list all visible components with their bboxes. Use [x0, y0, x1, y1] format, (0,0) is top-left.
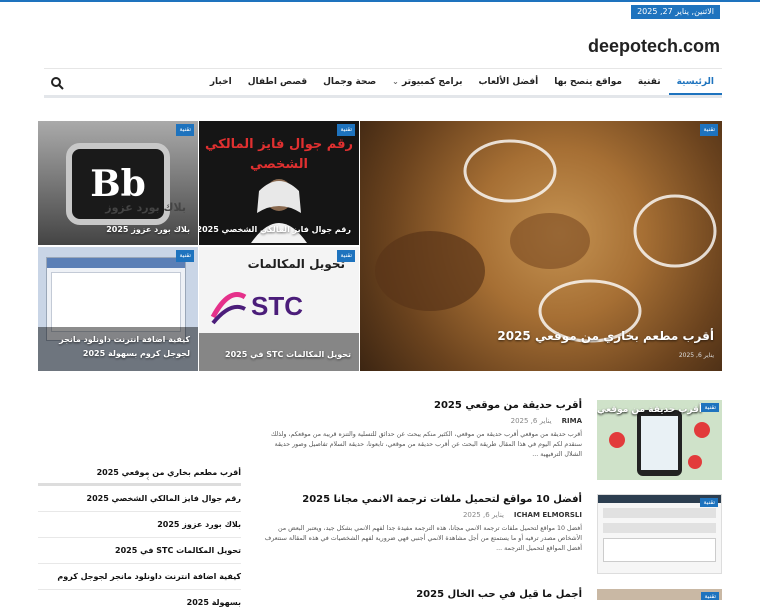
post-meta: RIMA يناير 6, 2025	[262, 417, 582, 425]
nav-item-best-games[interactable]: أفضل الألعاب	[471, 69, 547, 95]
screenshot-row	[603, 523, 716, 533]
category-badge[interactable]: تقنية	[700, 124, 718, 136]
featured-tile-title[interactable]: رقم جوال فايز المالكي الشخصي 2025	[199, 225, 351, 234]
screenshot-body	[603, 538, 716, 562]
window-titlebar	[47, 258, 185, 268]
post-item: أقرب حديقة من موقعي 2025 RIMA يناير 6, 20…	[262, 400, 582, 460]
featured-big-title[interactable]: أقرب مطعم بخاري من موقعي 2025	[497, 329, 714, 343]
post-thumbnail[interactable]: تقنية	[597, 494, 722, 574]
post-title[interactable]: أجمل ما قيل في حب الخال 2025	[262, 589, 582, 600]
nav-item-recommended[interactable]: مواقع ينصح بها	[546, 69, 630, 95]
category-badge[interactable]: تقنية	[700, 498, 718, 507]
post-thumbnail[interactable]: أقرب حديقة من موقعي تقنية	[597, 400, 722, 480]
chevron-down-icon: ⌄	[392, 77, 399, 86]
nav-item-news[interactable]: اخبار	[202, 69, 240, 95]
sidebar-item[interactable]: بلاك بورد عزوز 2025	[38, 512, 241, 538]
nav-item-home[interactable]: الرئيسية	[668, 69, 722, 95]
stc-logo-text: STC	[251, 291, 303, 321]
featured-tile-title[interactable]: تحويل المكالمات STC في 2025	[225, 350, 351, 359]
nav-item-kids-stories[interactable]: قصص اطفال	[240, 69, 315, 95]
post-date: يناير 6, 2025	[462, 511, 504, 519]
post-author[interactable]: RIMA	[562, 417, 582, 425]
window-body	[51, 272, 181, 332]
post-date: يناير 6, 2025	[510, 417, 552, 425]
post-excerpt: أقرب حديقة من موقعي أقرب حديقة من موقعي،…	[270, 431, 582, 458]
category-badge[interactable]: تقنية	[337, 250, 355, 262]
post-excerpt: أفضل 10 مواقع لتحميل ملفات ترجمة الانمي …	[264, 525, 582, 552]
top-accent-line	[0, 0, 760, 2]
category-badge[interactable]: تقنية	[176, 124, 194, 136]
tile-art-text: تحويل المكالمات	[247, 257, 345, 271]
featured-big-tile[interactable]: تقنية أقرب مطعم بخاري من موقعي 2025 يناي…	[360, 121, 722, 371]
nav-item-health-beauty[interactable]: صحة وجمال	[315, 69, 384, 95]
featured-grid: تقنية أقرب مطعم بخاري من موقعي 2025 يناي…	[38, 121, 722, 371]
nav-item-tech[interactable]: تقنية	[630, 69, 669, 95]
category-badge[interactable]: تقنية	[176, 250, 194, 262]
site-logo[interactable]: deepotech.com	[588, 36, 720, 57]
sidebar-item[interactable]: رقم جوال فايز المالكي الشخصي 2025	[38, 486, 241, 512]
main-navigation: الرئيسية تقنية مواقع ينصح بها أفضل الألع…	[44, 68, 722, 98]
featured-tile-stc[interactable]: تحويل المكالمات STC تقنية تحويل المكالما…	[199, 247, 359, 371]
tile-art-text: رقم جوال فايز المالكي الشخصي	[205, 137, 353, 172]
post-item: أجمل ما قيل في حب الخال 2025	[262, 589, 582, 600]
post-author[interactable]: ICHAM ELMORSLI	[514, 511, 582, 519]
nav-item-pc-software[interactable]: برامج كمبيوتر ⌄	[384, 69, 470, 95]
sidebar-item[interactable]: كيفية اضافة انترنت داونلود مانجر لجوجل ك…	[38, 564, 241, 607]
date-bar: الاثنين, يناير 27, 2025	[631, 5, 720, 19]
category-badge[interactable]: تقنية	[337, 124, 355, 136]
post-title[interactable]: أقرب حديقة من موقعي 2025	[262, 400, 582, 411]
bb-logo-text: Bb	[90, 163, 146, 205]
post-title[interactable]: أفضل 10 مواقع لتحميل ملفات ترجمة الانمي …	[262, 494, 582, 505]
category-badge[interactable]: تقنية	[701, 592, 719, 600]
sidebar-item[interactable]: أقرب مطعم بخاري من موقعي 2025	[38, 460, 241, 486]
sidebar-item[interactable]: تحويل المكالمات STC في 2025	[38, 538, 241, 564]
search-icon[interactable]	[50, 76, 64, 90]
stc-swoosh-icon	[210, 292, 247, 325]
post-thumbnail[interactable]: تقنية	[597, 589, 722, 600]
featured-big-date: يناير 6, 2025	[678, 352, 714, 359]
featured-tile-title[interactable]: بلاك بورد عزوز 2025	[106, 225, 190, 234]
featured-tile-idm[interactable]: تقنية كيفية اضافة انترنت داونلود مانجر ل…	[38, 247, 198, 371]
featured-tile-blackboard[interactable]: Bb بلاك بورد عزوز تقنية بلاك بورد عزوز 2…	[38, 121, 198, 245]
featured-tile-fayez[interactable]: رقم جوال فايز المالكي الشخصي تقنية رقم ج…	[199, 121, 359, 245]
sidebar-popular-list: أقرب مطعم بخاري من موقعي 2025 رقم جوال ف…	[38, 460, 241, 607]
category-badge[interactable]: تقنية	[701, 403, 719, 412]
screenshot-row	[603, 508, 716, 518]
tile-art-text: بلاك بورد عزوز	[105, 201, 186, 214]
post-item: أفضل 10 مواقع لتحميل ملفات ترجمة الانمي …	[262, 494, 582, 554]
featured-tile-title[interactable]: كيفية اضافة انترنت داونلود مانجر لجوجل ك…	[40, 333, 190, 361]
nav-item-pc-software-label: برامج كمبيوتر	[402, 77, 463, 87]
thumb-art-text: أقرب حديقة من موقعي	[597, 405, 702, 415]
post-meta: ICHAM ELMORSLI يناير 6, 2025	[262, 511, 582, 519]
